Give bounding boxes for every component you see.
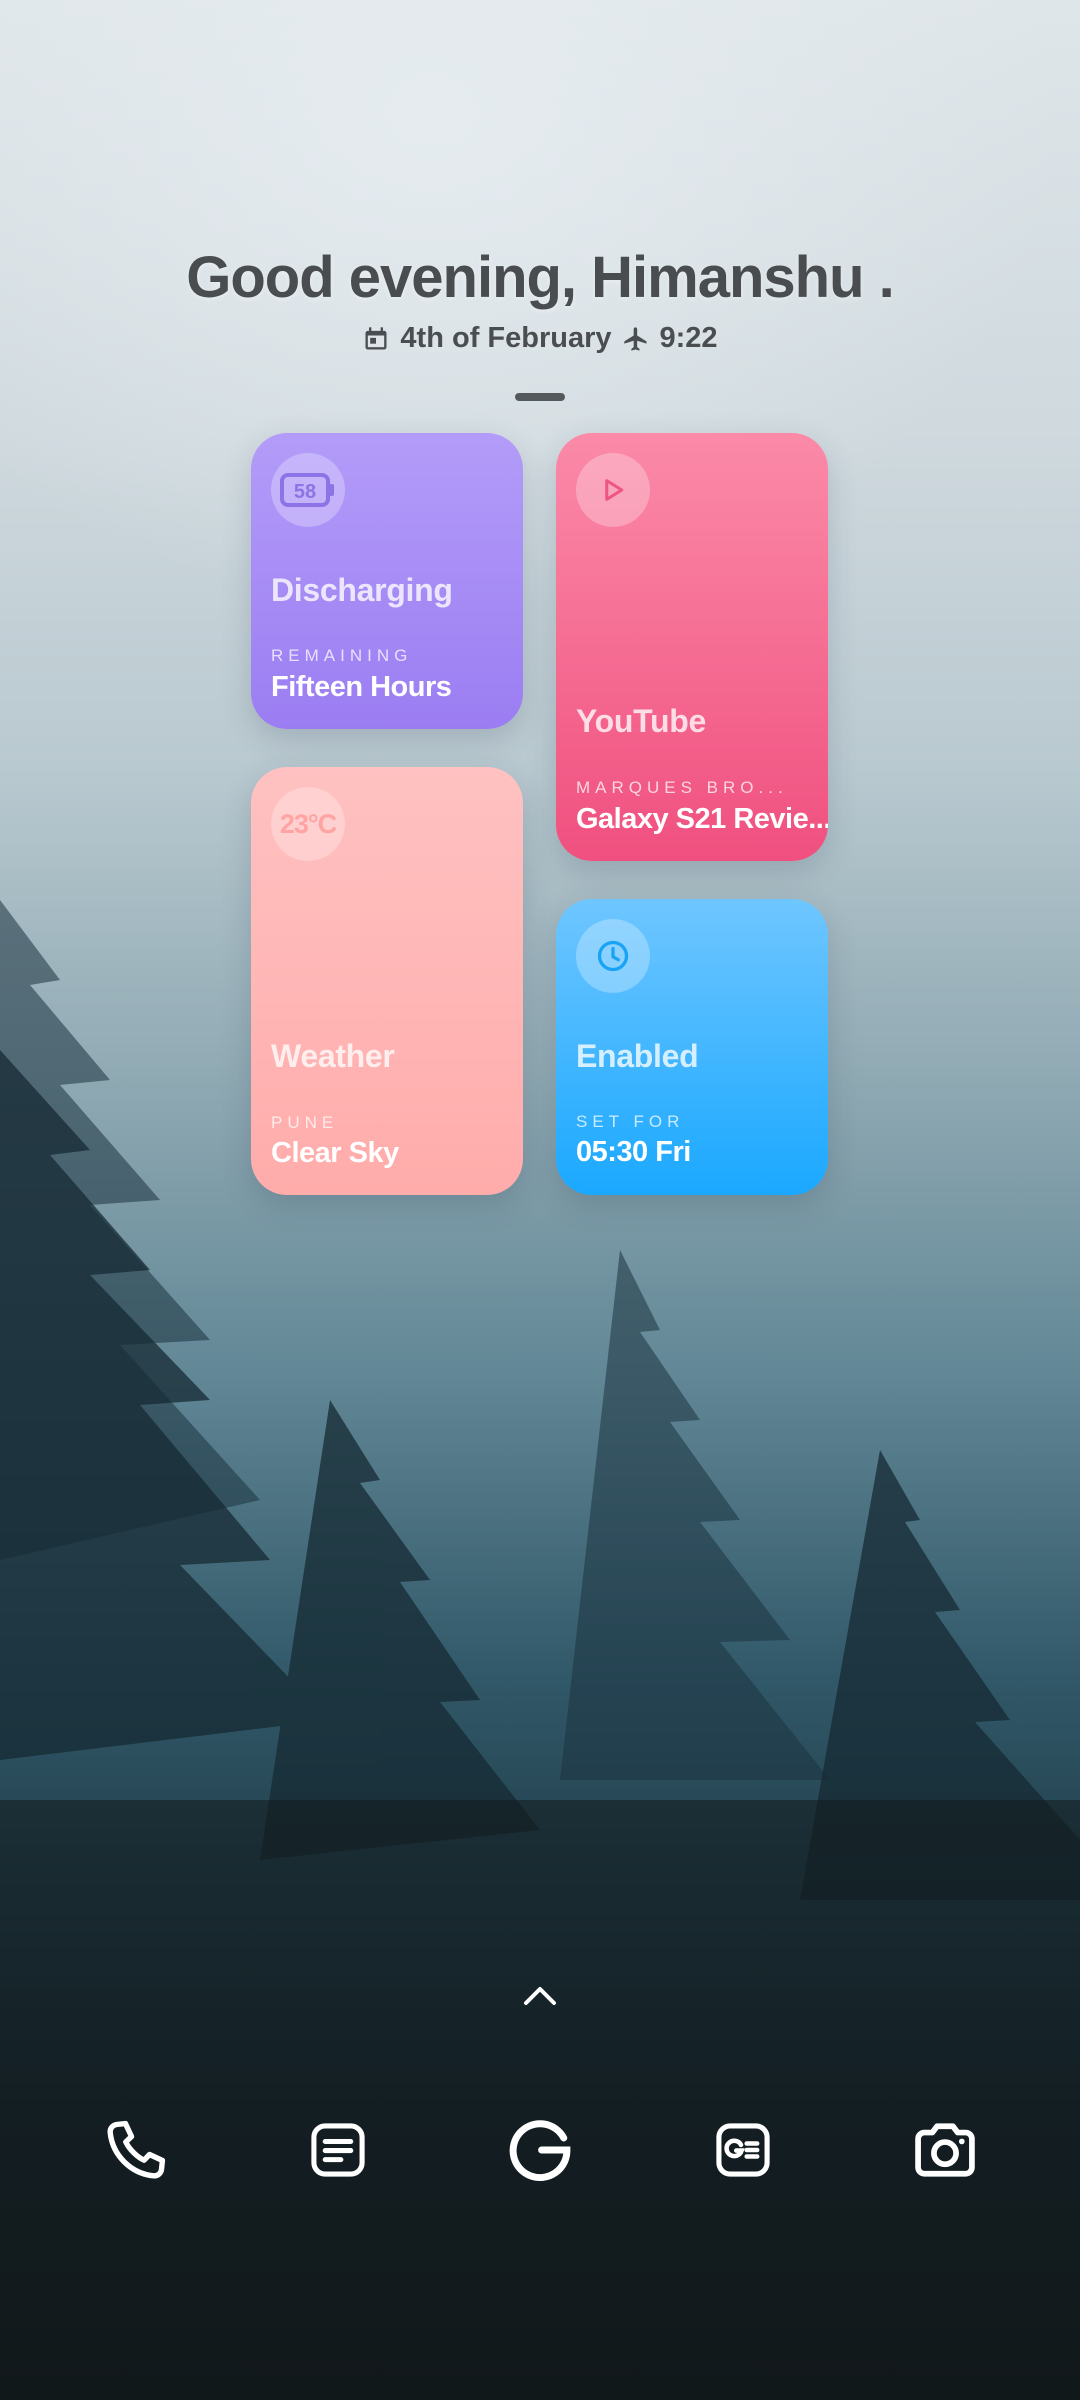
alarm-card[interactable]: Enabled SET FOR 05:30 Fri: [556, 899, 828, 1195]
weather-location: PUNE: [271, 1113, 339, 1132]
temperature-value: 23°C: [279, 808, 337, 839]
media-app-name: YouTube: [576, 703, 707, 739]
clock-icon[interactable]: [576, 919, 650, 993]
calendar-icon[interactable]: [362, 325, 390, 353]
airplane-icon: [623, 326, 647, 351]
battery-status: Discharging: [271, 572, 453, 608]
media-channel: MARQUES BRO...: [576, 778, 788, 797]
youtube-card[interactable]: YouTube MARQUES BRO... Galaxy S21 Revie.…: [556, 433, 828, 861]
temperature-badge: 23°C: [271, 787, 345, 861]
wallpaper-trees: [0, 900, 1080, 2400]
weather-card[interactable]: 23°C Weather PUNE Clear Sky: [251, 767, 523, 1195]
app-dock: [0, 2110, 1080, 2200]
battery-remaining: Fifteen Hours: [271, 671, 452, 703]
alarm-caption: SET FOR: [576, 1112, 685, 1131]
alarm-time: 05:30 Fri: [576, 1136, 691, 1168]
battery-level: 58: [294, 481, 316, 503]
widget-drag-handle[interactable]: [515, 393, 565, 401]
greeting-text: Good evening, Himanshu .: [186, 245, 895, 310]
news-icon[interactable]: [703, 2110, 783, 2190]
notes-icon[interactable]: [298, 2110, 378, 2190]
date-text[interactable]: 4th of February: [400, 322, 611, 355]
app-drawer-chevron-up-icon[interactable]: [520, 1975, 560, 2015]
weather-condition: Clear Sky: [271, 1137, 399, 1169]
weather-title: Weather: [271, 1038, 395, 1074]
media-title: Galaxy S21 Revie...: [576, 803, 828, 835]
alarm-status: Enabled: [576, 1038, 699, 1074]
battery-icon: 58: [271, 453, 345, 527]
battery-card[interactable]: 58 Discharging REMAINING Fifteen Hours: [251, 433, 523, 729]
time-text[interactable]: 9:22: [660, 322, 718, 355]
google-icon[interactable]: [500, 2110, 580, 2190]
camera-icon[interactable]: [905, 2110, 985, 2190]
play-icon[interactable]: [576, 453, 650, 527]
phone-icon[interactable]: [96, 2110, 176, 2190]
date-time-row: 4th of February 9:22: [0, 322, 1080, 355]
battery-caption: REMAINING: [271, 646, 413, 665]
